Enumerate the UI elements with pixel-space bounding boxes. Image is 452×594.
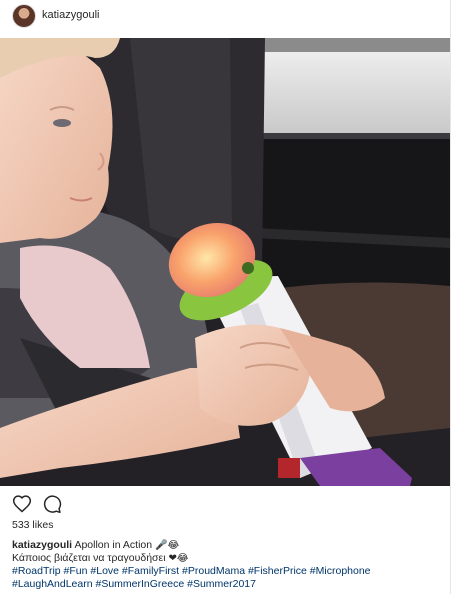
post-username[interactable]: katiazygouli	[42, 9, 99, 21]
post-caption: katiazygouli Apollon in Action 🎤😂 Κάποιο…	[12, 539, 442, 591]
caption-line-2: Κάποιος βιάζεται να τραγουδήσει ❤😂	[12, 552, 442, 565]
comment-icon[interactable]	[42, 494, 62, 514]
post-photo[interactable]	[0, 38, 450, 486]
hashtags-line-1[interactable]: #RoadTrip #Fun #Love #FamilyFirst #Proud…	[12, 565, 442, 578]
caption-emoji-1: 🎤😂	[155, 540, 180, 551]
caption-text-2: Κάποιος βιάζεται να τραγουδήσει	[12, 552, 166, 564]
caption-text-1: Apollon in Action	[74, 539, 153, 551]
caption-username[interactable]: katiazygouli	[12, 539, 72, 551]
caption-emoji-2: ❤😂	[168, 553, 189, 564]
post-header: katiazygouli	[0, 0, 450, 34]
photo-illustration	[0, 38, 450, 486]
instagram-post: katiazygouli 533 likes katiazygouli Apol…	[0, 0, 451, 594]
hashtags-line-2[interactable]: #LaughAndLearn #SummerInGreece #Summer20…	[12, 578, 442, 591]
heart-icon[interactable]	[12, 494, 32, 514]
post-actions	[12, 494, 62, 514]
avatar[interactable]	[12, 4, 36, 28]
caption-line-1: katiazygouli Apollon in Action 🎤😂	[12, 539, 442, 552]
likes-count[interactable]: 533 likes	[12, 519, 53, 531]
